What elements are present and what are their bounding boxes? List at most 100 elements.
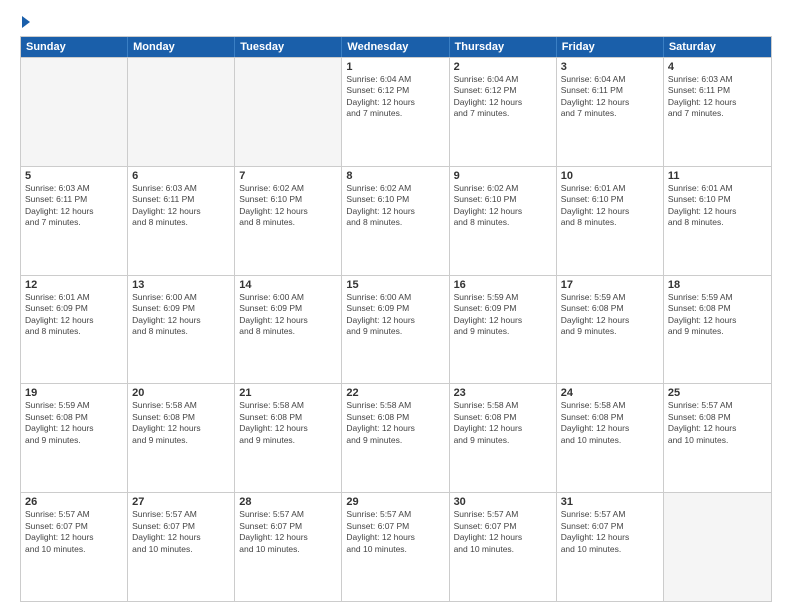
day-info: Sunrise: 6:04 AM Sunset: 6:12 PM Dayligh…: [454, 74, 552, 120]
cal-cell: 10Sunrise: 6:01 AM Sunset: 6:10 PM Dayli…: [557, 167, 664, 275]
cal-week-3: 12Sunrise: 6:01 AM Sunset: 6:09 PM Dayli…: [21, 275, 771, 384]
cal-header-wednesday: Wednesday: [342, 37, 449, 57]
day-number: 25: [668, 387, 767, 399]
day-info: Sunrise: 6:00 AM Sunset: 6:09 PM Dayligh…: [239, 292, 337, 338]
day-number: 6: [132, 170, 230, 182]
day-number: 30: [454, 496, 552, 508]
day-number: 4: [668, 61, 767, 73]
day-info: Sunrise: 6:02 AM Sunset: 6:10 PM Dayligh…: [346, 183, 444, 229]
cal-header-thursday: Thursday: [450, 37, 557, 57]
day-info: Sunrise: 5:58 AM Sunset: 6:08 PM Dayligh…: [239, 400, 337, 446]
cal-week-1: 1Sunrise: 6:04 AM Sunset: 6:12 PM Daylig…: [21, 57, 771, 166]
day-info: Sunrise: 5:57 AM Sunset: 6:07 PM Dayligh…: [25, 509, 123, 555]
day-info: Sunrise: 6:01 AM Sunset: 6:09 PM Dayligh…: [25, 292, 123, 338]
logo-arrow-icon: [22, 16, 30, 28]
day-info: Sunrise: 5:58 AM Sunset: 6:08 PM Dayligh…: [561, 400, 659, 446]
cal-header-tuesday: Tuesday: [235, 37, 342, 57]
cal-header-sunday: Sunday: [21, 37, 128, 57]
day-info: Sunrise: 6:00 AM Sunset: 6:09 PM Dayligh…: [346, 292, 444, 338]
cal-cell: 2Sunrise: 6:04 AM Sunset: 6:12 PM Daylig…: [450, 58, 557, 166]
day-number: 5: [25, 170, 123, 182]
day-info: Sunrise: 6:03 AM Sunset: 6:11 PM Dayligh…: [668, 74, 767, 120]
cal-cell: 4Sunrise: 6:03 AM Sunset: 6:11 PM Daylig…: [664, 58, 771, 166]
cal-cell: 3Sunrise: 6:04 AM Sunset: 6:11 PM Daylig…: [557, 58, 664, 166]
day-number: 22: [346, 387, 444, 399]
day-info: Sunrise: 5:58 AM Sunset: 6:08 PM Dayligh…: [132, 400, 230, 446]
cal-cell: 15Sunrise: 6:00 AM Sunset: 6:09 PM Dayli…: [342, 276, 449, 384]
cal-cell: 5Sunrise: 6:03 AM Sunset: 6:11 PM Daylig…: [21, 167, 128, 275]
day-info: Sunrise: 5:59 AM Sunset: 6:09 PM Dayligh…: [454, 292, 552, 338]
cal-header-saturday: Saturday: [664, 37, 771, 57]
cal-cell: 12Sunrise: 6:01 AM Sunset: 6:09 PM Dayli…: [21, 276, 128, 384]
day-number: 14: [239, 279, 337, 291]
cal-week-2: 5Sunrise: 6:03 AM Sunset: 6:11 PM Daylig…: [21, 166, 771, 275]
day-info: Sunrise: 6:02 AM Sunset: 6:10 PM Dayligh…: [239, 183, 337, 229]
cal-cell: 21Sunrise: 5:58 AM Sunset: 6:08 PM Dayli…: [235, 384, 342, 492]
day-info: Sunrise: 6:03 AM Sunset: 6:11 PM Dayligh…: [25, 183, 123, 229]
day-number: 31: [561, 496, 659, 508]
day-number: 20: [132, 387, 230, 399]
day-info: Sunrise: 5:57 AM Sunset: 6:07 PM Dayligh…: [239, 509, 337, 555]
cal-cell: 29Sunrise: 5:57 AM Sunset: 6:07 PM Dayli…: [342, 493, 449, 601]
cal-week-5: 26Sunrise: 5:57 AM Sunset: 6:07 PM Dayli…: [21, 492, 771, 601]
cal-cell: 13Sunrise: 6:00 AM Sunset: 6:09 PM Dayli…: [128, 276, 235, 384]
page: SundayMondayTuesdayWednesdayThursdayFrid…: [0, 0, 792, 612]
day-number: 23: [454, 387, 552, 399]
day-info: Sunrise: 5:57 AM Sunset: 6:07 PM Dayligh…: [454, 509, 552, 555]
day-info: Sunrise: 6:02 AM Sunset: 6:10 PM Dayligh…: [454, 183, 552, 229]
cal-cell: 19Sunrise: 5:59 AM Sunset: 6:08 PM Dayli…: [21, 384, 128, 492]
cal-cell: 26Sunrise: 5:57 AM Sunset: 6:07 PM Dayli…: [21, 493, 128, 601]
day-info: Sunrise: 5:57 AM Sunset: 6:08 PM Dayligh…: [668, 400, 767, 446]
day-number: 18: [668, 279, 767, 291]
day-info: Sunrise: 5:58 AM Sunset: 6:08 PM Dayligh…: [454, 400, 552, 446]
day-info: Sunrise: 6:01 AM Sunset: 6:10 PM Dayligh…: [561, 183, 659, 229]
day-number: 28: [239, 496, 337, 508]
calendar: SundayMondayTuesdayWednesdayThursdayFrid…: [20, 36, 772, 602]
day-info: Sunrise: 6:03 AM Sunset: 6:11 PM Dayligh…: [132, 183, 230, 229]
logo-text: [20, 16, 30, 28]
cal-cell: 20Sunrise: 5:58 AM Sunset: 6:08 PM Dayli…: [128, 384, 235, 492]
cal-cell: 28Sunrise: 5:57 AM Sunset: 6:07 PM Dayli…: [235, 493, 342, 601]
day-number: 15: [346, 279, 444, 291]
day-number: 29: [346, 496, 444, 508]
cal-cell: [235, 58, 342, 166]
day-number: 11: [668, 170, 767, 182]
calendar-header: SundayMondayTuesdayWednesdayThursdayFrid…: [21, 37, 771, 57]
cal-cell: 9Sunrise: 6:02 AM Sunset: 6:10 PM Daylig…: [450, 167, 557, 275]
cal-header-monday: Monday: [128, 37, 235, 57]
day-info: Sunrise: 5:59 AM Sunset: 6:08 PM Dayligh…: [668, 292, 767, 338]
cal-cell: 18Sunrise: 5:59 AM Sunset: 6:08 PM Dayli…: [664, 276, 771, 384]
day-number: 8: [346, 170, 444, 182]
cal-cell: 11Sunrise: 6:01 AM Sunset: 6:10 PM Dayli…: [664, 167, 771, 275]
cal-week-4: 19Sunrise: 5:59 AM Sunset: 6:08 PM Dayli…: [21, 383, 771, 492]
day-number: 1: [346, 61, 444, 73]
cal-cell: 24Sunrise: 5:58 AM Sunset: 6:08 PM Dayli…: [557, 384, 664, 492]
day-info: Sunrise: 5:58 AM Sunset: 6:08 PM Dayligh…: [346, 400, 444, 446]
day-number: 16: [454, 279, 552, 291]
cal-cell: 6Sunrise: 6:03 AM Sunset: 6:11 PM Daylig…: [128, 167, 235, 275]
day-info: Sunrise: 5:57 AM Sunset: 6:07 PM Dayligh…: [132, 509, 230, 555]
day-info: Sunrise: 5:57 AM Sunset: 6:07 PM Dayligh…: [346, 509, 444, 555]
cal-cell: 30Sunrise: 5:57 AM Sunset: 6:07 PM Dayli…: [450, 493, 557, 601]
day-number: 24: [561, 387, 659, 399]
day-number: 27: [132, 496, 230, 508]
day-number: 3: [561, 61, 659, 73]
cal-cell: [128, 58, 235, 166]
cal-cell: 1Sunrise: 6:04 AM Sunset: 6:12 PM Daylig…: [342, 58, 449, 166]
cal-cell: 31Sunrise: 5:57 AM Sunset: 6:07 PM Dayli…: [557, 493, 664, 601]
cal-cell: 22Sunrise: 5:58 AM Sunset: 6:08 PM Dayli…: [342, 384, 449, 492]
cal-cell: 16Sunrise: 5:59 AM Sunset: 6:09 PM Dayli…: [450, 276, 557, 384]
day-number: 17: [561, 279, 659, 291]
cal-cell: 8Sunrise: 6:02 AM Sunset: 6:10 PM Daylig…: [342, 167, 449, 275]
cal-cell: 23Sunrise: 5:58 AM Sunset: 6:08 PM Dayli…: [450, 384, 557, 492]
cal-cell: [664, 493, 771, 601]
day-info: Sunrise: 5:59 AM Sunset: 6:08 PM Dayligh…: [25, 400, 123, 446]
day-number: 12: [25, 279, 123, 291]
day-number: 2: [454, 61, 552, 73]
cal-header-friday: Friday: [557, 37, 664, 57]
logo: [20, 16, 30, 28]
day-number: 19: [25, 387, 123, 399]
day-number: 7: [239, 170, 337, 182]
day-info: Sunrise: 6:04 AM Sunset: 6:12 PM Dayligh…: [346, 74, 444, 120]
day-info: Sunrise: 5:59 AM Sunset: 6:08 PM Dayligh…: [561, 292, 659, 338]
